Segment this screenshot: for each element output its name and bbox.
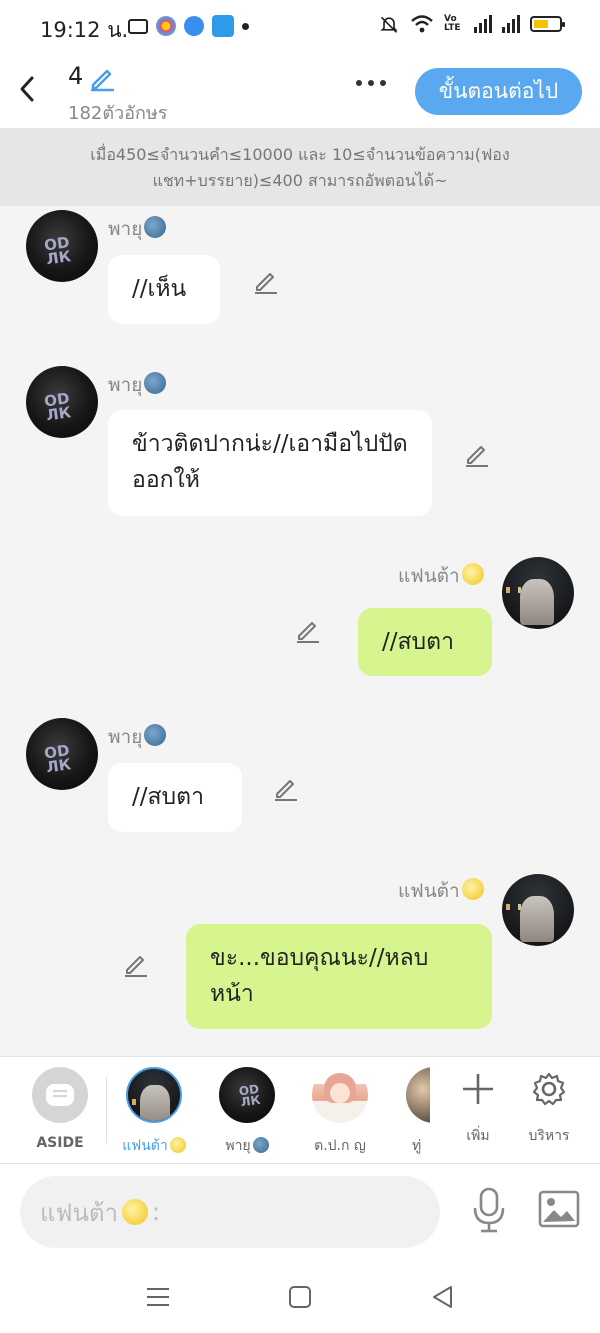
bell-muted-icon <box>380 16 398 33</box>
battery-icon <box>530 16 565 32</box>
signal-2-icon <box>502 15 520 33</box>
status-time: 19:12 น. <box>40 18 129 42</box>
character-count: 182ตัวอักษร <box>68 103 168 124</box>
manage-label: บริหาร <box>528 1128 570 1144</box>
pencil-icon[interactable] <box>272 775 300 803</box>
avatar-fanta[interactable] <box>502 557 574 629</box>
sender-name: พายุ <box>108 722 167 752</box>
avatar <box>406 1067 430 1123</box>
aside-button[interactable]: ASIDE <box>20 1067 100 1159</box>
character-tpk[interactable]: ต.ป.ก ญ <box>300 1067 380 1159</box>
character-partial[interactable]: ทู่ <box>398 1067 430 1159</box>
character-name: แฟนต้า <box>114 1135 194 1157</box>
volte-icon: Vo LTE <box>444 14 461 33</box>
status-left-icons <box>128 15 249 37</box>
chat-area[interactable]: OD ЛК พายุ //เห็น OD ЛК พายุ ข้าวติดปากน่ะ… <box>0 206 600 1056</box>
character-name: ทู่ <box>412 1138 422 1154</box>
bird-app-icon <box>184 16 204 36</box>
light-moon-emoji-icon <box>461 563 484 585</box>
composer: แฟนต้า: <box>0 1164 600 1260</box>
avatar-fanta[interactable] <box>502 874 574 946</box>
wifi-icon <box>411 15 433 33</box>
noveltoon-app-icon <box>212 15 234 37</box>
header: 4 182ตัวอักษร ขั้นตอนต่อไป <box>0 52 600 128</box>
square-icon[interactable] <box>287 1284 313 1310</box>
add-character-button[interactable]: เพิ่ม <box>448 1071 508 1147</box>
message-bubble[interactable]: //เห็น <box>108 255 220 324</box>
message-input[interactable]: แฟนต้า: <box>20 1176 440 1248</box>
gear-icon <box>532 1072 566 1106</box>
sender-name: พายุ <box>108 370 167 400</box>
pencil-icon[interactable] <box>252 268 280 296</box>
aside-icon <box>32 1067 88 1123</box>
episode-number: 4 <box>68 62 84 90</box>
dark-moon-emoji-icon <box>252 1137 269 1153</box>
avatar <box>312 1067 368 1123</box>
character-bar: ASIDE แฟนต้า OD ЛК พายุ ต.ป.ก ญ ทู่ เพิ่ม… <box>0 1056 600 1164</box>
pencil-icon[interactable] <box>463 441 491 469</box>
sender-name: แฟนต้า <box>398 561 484 591</box>
aside-label: ASIDE <box>36 1135 84 1151</box>
image-icon[interactable] <box>538 1190 580 1228</box>
light-moon-emoji-icon <box>121 1199 148 1225</box>
character-name: ต.ป.ก ญ <box>314 1138 366 1154</box>
flower-app-icon <box>156 16 176 36</box>
message-bubble[interactable]: //สบตา <box>358 608 492 676</box>
notification-dot-icon <box>242 22 249 30</box>
add-label: เพิ่ม <box>466 1128 490 1144</box>
input-placeholder-suffix: : <box>151 1198 161 1226</box>
avatar: OD ЛК <box>219 1067 275 1123</box>
sender-name: พายุ <box>108 214 167 244</box>
pencil-icon[interactable] <box>88 64 116 92</box>
avatar-payu[interactable]: OD ЛК <box>26 210 98 282</box>
next-step-button[interactable]: ขั้นตอนต่อไป <box>415 68 582 115</box>
triangle-back-icon[interactable] <box>430 1284 456 1310</box>
signal-1-icon <box>474 15 492 33</box>
input-placeholder: แฟนต้า <box>40 1198 118 1227</box>
light-moon-emoji-icon <box>461 878 484 900</box>
character-payu[interactable]: OD ЛК พายุ <box>207 1067 287 1159</box>
character-name: พายุ <box>207 1135 287 1157</box>
pencil-icon[interactable] <box>294 617 322 645</box>
sender-name: แฟนต้า <box>398 876 484 906</box>
message-bubble[interactable]: //สบตา <box>108 763 242 832</box>
info-banner: เมื่อ450≤จำนวนคำ≤10000 และ 10≤จำนวนข้อคว… <box>0 128 600 206</box>
message-bubble[interactable]: ข้าวติดปากน่ะ//เอามือไปปัดออกให้ <box>108 410 432 516</box>
more-dots-icon[interactable] <box>356 80 386 86</box>
tv-icon <box>128 18 148 34</box>
message-bubble[interactable]: ขะ...ขอบคุณนะ//หลบหน้า <box>186 924 492 1029</box>
dark-moon-emoji-icon <box>144 216 167 238</box>
system-nav-bar <box>0 1260 600 1333</box>
microphone-icon[interactable] <box>470 1186 508 1234</box>
back-icon[interactable] <box>14 72 42 106</box>
light-moon-emoji-icon <box>169 1137 186 1153</box>
avatar-payu[interactable]: OD ЛК <box>26 718 98 790</box>
avatar-payu[interactable]: OD ЛК <box>26 366 98 438</box>
status-right-icons: Vo LTE <box>378 14 565 34</box>
plus-icon <box>463 1074 493 1104</box>
pencil-icon[interactable] <box>122 951 150 979</box>
character-fanta[interactable]: แฟนต้า <box>114 1067 194 1159</box>
manage-button[interactable]: บริหาร <box>519 1071 579 1147</box>
avatar <box>126 1067 182 1123</box>
dark-moon-emoji-icon <box>144 372 167 394</box>
status-bar: 19:12 น. Vo LTE <box>0 0 600 52</box>
divider <box>106 1077 107 1143</box>
menu-icon[interactable] <box>145 1284 171 1310</box>
dark-moon-emoji-icon <box>144 724 167 746</box>
